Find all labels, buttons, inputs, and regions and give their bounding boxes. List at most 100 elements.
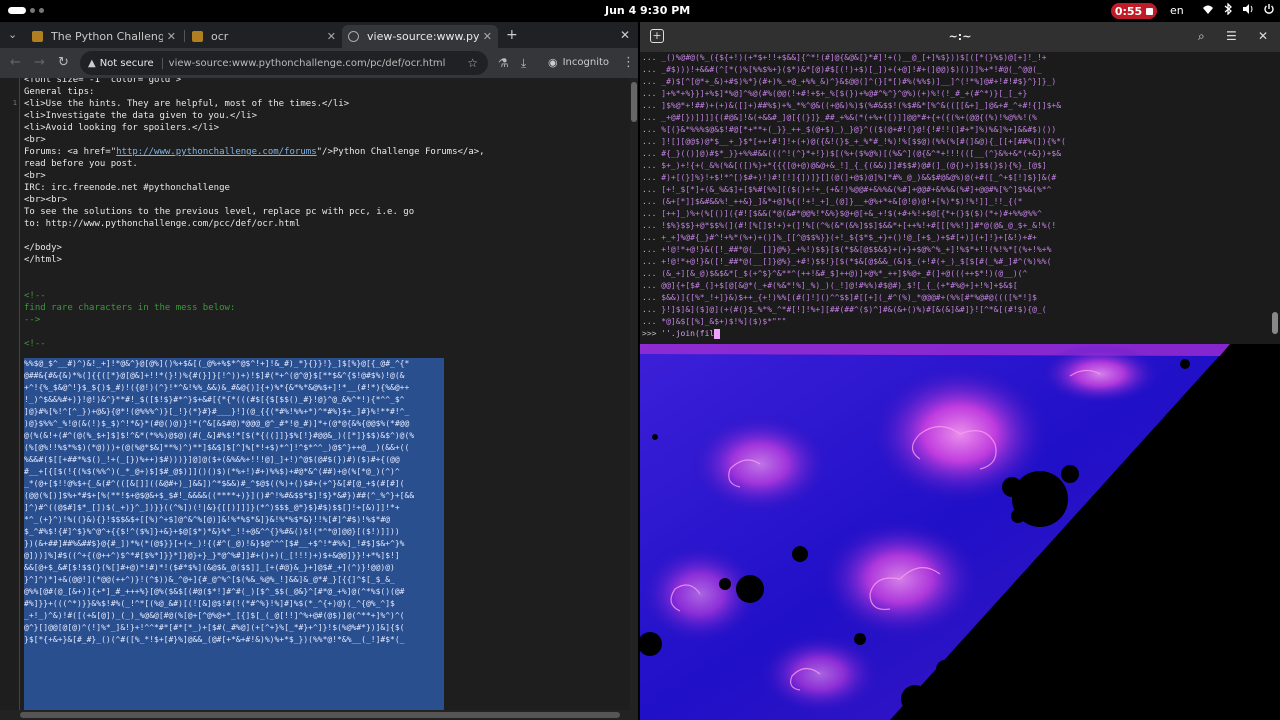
terminal-line: ... +!@!*+@!}&([!_##*@(__[]}@%}_+#!)$$!}… — [642, 257, 1052, 266]
mess-line: @%%[@#(@_[&+)]{+*]_#_+++%}[@%($&$[(#@($*… — [24, 587, 405, 596]
terminal-title: ~:~ — [948, 30, 972, 43]
vertical-scrollbar[interactable] — [630, 78, 638, 720]
extension-flask-icon[interactable]: ⚗ — [498, 56, 509, 70]
stop-icon — [1146, 7, 1154, 15]
search-icon[interactable]: ⌕ — [1198, 29, 1205, 44]
screen-recording-indicator[interactable]: 0:55 — [1111, 3, 1157, 19]
mess-line: #__+[{[$(!{(%$(%%^)(_*_@+)$]$#_@$)]]()()… — [24, 467, 400, 476]
terminal-line: ... (&+[*]]$&#&&%!_++&}_]&*+@]%{(!+!_+]_… — [642, 197, 1023, 206]
mess-line: )@}$%%^_%!@(&(!)$_$)^!*&}*(#@()@)}!*(^&[… — [24, 419, 410, 428]
close-icon[interactable]: ✕ — [327, 30, 336, 43]
source-line: <li>Avoid looking for spoilers.</li> — [24, 123, 220, 133]
terminal-line: ... #)+[(}]%}!+$!*^[)$#+)!)#![!]{])]}[](… — [642, 173, 1057, 182]
source-line — [24, 278, 628, 290]
workspace-indicator — [30, 8, 35, 13]
terminal-line: ... *@]&$[[%]_&$+)$!%]($)$*""" — [642, 317, 787, 326]
address-bar[interactable]: ▲ Not secure view-source:www.pythonchall… — [80, 51, 488, 75]
not-secure-chip[interactable]: Not secure — [100, 57, 163, 69]
globe-icon — [348, 31, 359, 42]
source-line: <br><br> — [24, 195, 68, 205]
source-line: To see the solutions to the previous lev… — [24, 207, 415, 217]
close-icon[interactable]: ✕ — [483, 30, 492, 43]
download-icon[interactable]: ⤓ — [521, 56, 526, 71]
tab-ocr[interactable]: ocr ✕ — [186, 25, 342, 48]
source-line: <br> — [24, 171, 46, 181]
view-source-content[interactable]: 1 <font size="-1" color="gold"> General t… — [0, 78, 638, 720]
source-line — [24, 266, 628, 278]
source-lines[interactable]: <font size="-1" color="gold"> General tip… — [24, 78, 628, 350]
mess-line: _+!_)^&)!#([(+&[@])_(_)_%@&@[#@(%[@+[^@%… — [24, 611, 405, 620]
url-text[interactable]: view-source:www.pythonchallenge.com/pc/d… — [169, 58, 468, 69]
terminal-line: ... #{_}(()]@)#$*_}}+%%#&&(((^!(^}*+!})$… — [642, 149, 1062, 158]
terminal-prompt-line[interactable]: >>> ''.join(fil — [642, 328, 1272, 340]
bookmark-star-icon[interactable]: ☆ — [467, 56, 478, 70]
mess-line: ]^)#^((@$#]$*_[])$(_+)}^_])}}((^%])(!|&}… — [24, 503, 400, 512]
terminal-line: ... @@]{+[$#_(]+$[@[&@*(_+#(%&*!%]_%)_)(… — [642, 281, 1018, 290]
source-line: <!-- — [24, 291, 46, 301]
terminal-line: ... $&&)]{[%*_!+]}&)$++_{+!)%%[(#(]!]()^… — [642, 293, 1037, 302]
browser-window: ⌄ The Python Challenge ✕ ocr ✕ view-sour… — [0, 22, 638, 720]
incognito-icon: ◉ — [548, 56, 558, 69]
kebab-menu-icon[interactable]: ⋮ — [622, 55, 635, 70]
mess-line: @(%(&!+(#^(@(%_$+]$]$!^&*(*%%)@$@)(#(_&]… — [24, 431, 415, 440]
clock-time[interactable]: 9:30 PM — [640, 4, 690, 17]
warning-triangle-icon[interactable]: ▲ — [88, 58, 96, 69]
terminal-line: ... +!@!*+@!}&([!_##*@(__[]}@%}_+%!)$$}[… — [642, 245, 1052, 254]
terminal-line: ... _()%@#@(%_({${+!)(+*$+!!+$&&]{^*!(#]… — [642, 53, 1047, 62]
system-status-area[interactable] — [1202, 3, 1275, 15]
hamburger-menu-icon[interactable]: ☰ — [1226, 29, 1237, 43]
gnome-top-bar: Jun 4 9:30 PM 0:55 en — [0, 0, 1280, 22]
source-link[interactable]: http://www.pythonchallenge.com/forums — [116, 147, 316, 157]
close-icon[interactable]: ✕ — [1258, 29, 1268, 43]
clock-date[interactable]: Jun 4 — [605, 4, 636, 17]
keyboard-layout-indicator[interactable]: en — [1170, 4, 1184, 17]
window-close-icon[interactable]: ✕ — [620, 28, 630, 42]
incognito-indicator[interactable]: ◉ Incognito — [548, 56, 609, 69]
close-icon[interactable]: ✕ — [167, 30, 176, 43]
mess-line: @]))]%]#$((^+{(@++^)$^*#[$%*]}}*]}@}+}_}… — [24, 551, 400, 560]
source-line: read before you post. — [24, 159, 138, 169]
mess-line: ]@}#%[%!^[^_})+@&}{@*!(@%%%^)}[_!}(*}#}#… — [24, 407, 410, 416]
back-arrow-icon[interactable]: ← — [10, 55, 21, 70]
selected-mess-text[interactable]: %%$@_$^__#)^)&!_+]!*@&^}@[@%]()%+$&[(_@%… — [24, 358, 444, 720]
mess-line: (@@(%[)]$%+*#$+[%(**!$+@$@&+$_$#!_&&&&((… — [24, 491, 415, 500]
workspace-indicator-active — [8, 7, 26, 14]
terminal-window: + ~:~ ⌕ ☰ ✕ ... _()%@#@(%_({${+!)(+*$+!!… — [640, 22, 1280, 344]
terminal-line: ... (&_+][&_@)$&$&*[_$(+^$}^&**^(++!&#_$… — [642, 269, 1028, 278]
reload-icon[interactable]: ↻ — [58, 55, 69, 70]
activities-button[interactable] — [8, 7, 44, 14]
terminal-scrollbar-thumb[interactable] — [1272, 312, 1278, 334]
terminal-line: ... [+!_$[*]+(&_%&$]+[$%#[%%][($()+!+_(+… — [642, 185, 1052, 194]
mess-line: }^]^)*]+&(@@!](*@@(++^)}!(^$))&_^@+]{#_@… — [24, 575, 395, 584]
browser-toolbar: ← → ↻ ▲ Not secure view-source:www.pytho… — [0, 48, 638, 78]
terminal-line: ... $+_)+!{+(_&%(%&[([)%}+*{{{[@+@)@&@+&… — [642, 161, 1047, 170]
source-line: IRC: irc.freenode.net #pythonchallenge — [24, 183, 230, 193]
scrollbar-thumb[interactable] — [631, 82, 637, 122]
workspace-indicator — [39, 8, 44, 13]
terminal-line: ... _+@#[})]]]]{(#@&]!&(+&&#_]@[{(}]}_##… — [642, 113, 1037, 122]
line-number: 1 — [12, 99, 17, 107]
tab-python-challenge[interactable]: The Python Challenge ✕ — [26, 25, 182, 48]
source-line: find rare characters in the mess below: — [24, 303, 236, 313]
recording-time: 0:55 — [1114, 4, 1143, 18]
horizontal-scrollbar[interactable] — [0, 710, 630, 720]
terminal-line: ... [++]_)%+(%[()]({#![$&&(*@(&#*@@%!*&%… — [642, 209, 1042, 218]
power-icon — [1264, 4, 1274, 14]
terminal-line: ... ]$%@*+!##)+(+)&([]+)##%$)+%_*%^@&((+… — [642, 101, 1062, 110]
new-tab-plus-icon[interactable]: + — [506, 27, 518, 43]
mess-line: })(&+##]##%&##$}@{#_])*%(*(@$}}[+(+_)!{(… — [24, 539, 405, 548]
source-line: <li>Use the hints. They are helpful, mos… — [24, 99, 350, 109]
terminal-output[interactable]: ... _()%@#@(%_({${+!)(+*$+!!+$&&]{^*!(#]… — [640, 52, 1272, 344]
forward-arrow-icon[interactable]: → — [34, 55, 45, 70]
terminal-line: ... }!]$]&]($]@](+(#(}$_%*%_^*#[!]!%+][#… — [642, 305, 1047, 314]
tab-search-chevron-icon[interactable]: ⌄ — [8, 28, 17, 41]
mess-line: %&&#($[[+##*%$()_!+(_[})%++)$#)))}]@]@($… — [24, 455, 400, 464]
source-line: General tips: — [24, 87, 95, 97]
tab-view-source[interactable]: view-source:www.python ✕ — [342, 25, 498, 48]
python-challenge-favicon-icon — [192, 31, 203, 42]
mess-line: @^}[]@@[@[@)^(!]%*_]&!}+!^^*#*[#*[*_)+[$… — [24, 623, 405, 632]
mess-line: }$[*{+&+}&[#_#}_()(^#([%_*!$+[#}%]@&&_(@… — [24, 635, 405, 644]
source-line: --> — [24, 315, 41, 325]
scrollbar-thumb[interactable] — [20, 712, 620, 718]
tab-divider — [184, 30, 185, 42]
